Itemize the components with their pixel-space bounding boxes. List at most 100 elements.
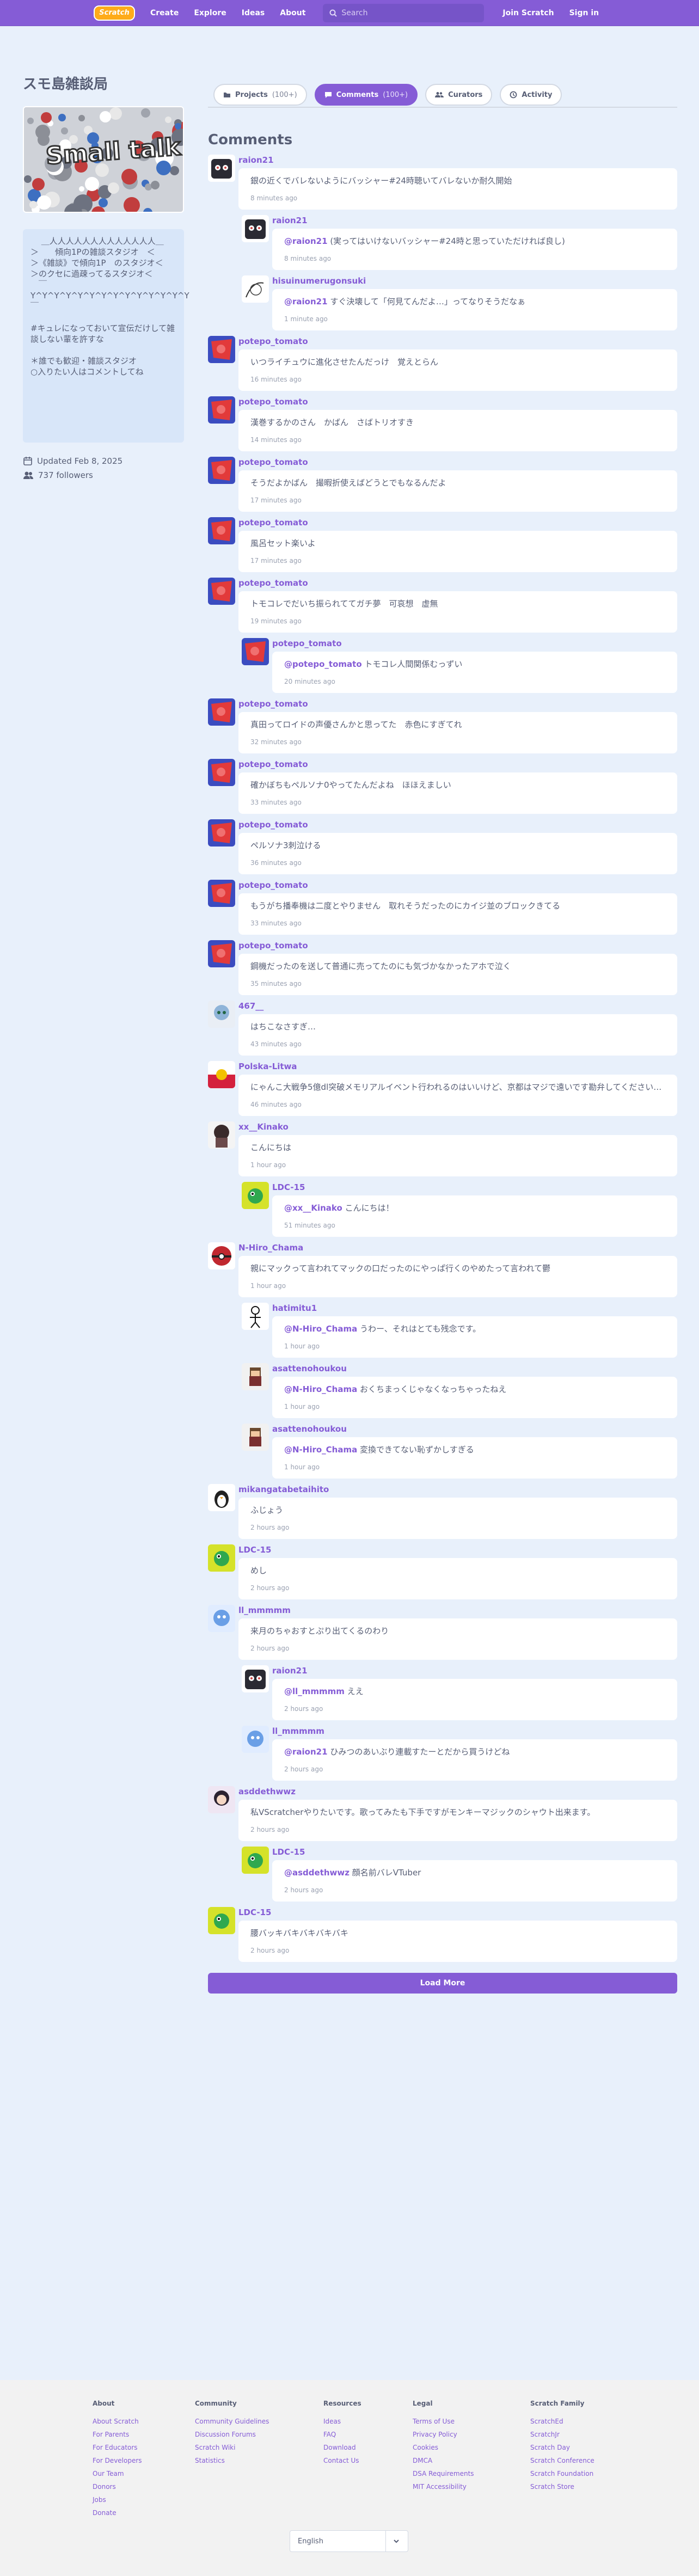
user-avatar[interactable] — [242, 1303, 269, 1330]
footer-link[interactable]: Community Guidelines — [195, 2415, 323, 2428]
user-avatar[interactable] — [208, 1001, 235, 1028]
footer-link[interactable]: Terms of Use — [413, 2415, 530, 2428]
footer-link[interactable]: Scratch Store — [530, 2480, 612, 2493]
user-avatar[interactable] — [208, 698, 235, 726]
tab-projects[interactable]: Projects (100+) — [213, 84, 307, 106]
comment-username[interactable]: xx__Kinako — [238, 1121, 677, 1132]
comment-username[interactable]: hatimitu1 — [272, 1303, 677, 1314]
footer-link[interactable]: For Developers — [93, 2454, 195, 2467]
comment-username[interactable]: potepo_tomato — [238, 940, 677, 951]
user-avatar[interactable] — [242, 215, 269, 242]
comment-username[interactable]: potepo_tomato — [238, 578, 677, 588]
footer-link[interactable]: MIT Accessibility — [413, 2480, 530, 2493]
user-avatar[interactable] — [208, 940, 235, 967]
comment-mention[interactable]: @potepo_tomato — [284, 659, 362, 669]
language-select[interactable]: English — [290, 2530, 408, 2552]
load-more-button[interactable]: Load More — [208, 1973, 677, 1994]
nav-explore[interactable]: Explore — [186, 0, 234, 26]
comment-mention[interactable]: @N-Hiro_Chama — [284, 1384, 357, 1394]
footer-link[interactable]: For Parents — [93, 2428, 195, 2441]
user-avatar[interactable] — [208, 1242, 235, 1269]
comment-mention[interactable]: @raion21 — [284, 1747, 328, 1757]
comment-username[interactable]: potepo_tomato — [238, 336, 677, 347]
comment-username[interactable]: potepo_tomato — [272, 638, 677, 649]
footer-link[interactable]: Scratch Conference — [530, 2454, 612, 2467]
footer-link[interactable]: Cookies — [413, 2441, 530, 2454]
user-avatar[interactable] — [208, 1121, 235, 1149]
comment-username[interactable]: potepo_tomato — [238, 759, 677, 770]
comment-username[interactable]: LDC-15 — [238, 1544, 677, 1555]
comment-username[interactable]: LDC-15 — [272, 1847, 677, 1857]
comment-username[interactable]: mikangatabetaihito — [238, 1484, 677, 1495]
comment-username[interactable]: raion21 — [272, 1665, 677, 1676]
footer-link[interactable]: Jobs — [93, 2493, 195, 2506]
footer-link[interactable]: Scratch Day — [530, 2441, 612, 2454]
comment-mention[interactable]: @asddethwwz — [284, 1868, 350, 1878]
comment-username[interactable]: LDC-15 — [272, 1182, 677, 1193]
comment-mention[interactable]: @raion21 — [284, 236, 328, 246]
footer-link[interactable]: Privacy Policy — [413, 2428, 530, 2441]
user-avatar[interactable] — [242, 1726, 269, 1753]
comment-username[interactable]: 467__ — [238, 1001, 677, 1011]
footer-link[interactable]: ScratchEd — [530, 2415, 612, 2428]
footer-link[interactable]: Download — [323, 2441, 413, 2454]
footer-link[interactable]: Contact Us — [323, 2454, 413, 2467]
user-avatar[interactable] — [242, 1182, 269, 1209]
footer-link[interactable]: Scratch Foundation — [530, 2467, 612, 2480]
comment-mention[interactable]: @N-Hiro_Chama — [284, 1324, 357, 1334]
footer-link[interactable]: About Scratch — [93, 2415, 195, 2428]
comment-mention[interactable]: @ll_mmmmm — [284, 1686, 345, 1696]
user-avatar[interactable] — [208, 1484, 235, 1511]
footer-link[interactable]: ScratchJr — [530, 2428, 612, 2441]
user-avatar[interactable] — [208, 517, 235, 544]
user-avatar[interactable] — [242, 1424, 269, 1451]
comment-mention[interactable]: @xx__Kinako — [284, 1203, 342, 1213]
nav-about[interactable]: About — [272, 0, 313, 26]
footer-link[interactable]: Donors — [93, 2480, 195, 2493]
user-avatar[interactable] — [208, 1605, 235, 1632]
comment-username[interactable]: ll_mmmmm — [272, 1726, 677, 1737]
comment-username[interactable]: potepo_tomato — [238, 819, 677, 830]
user-avatar[interactable] — [208, 880, 235, 907]
user-avatar[interactable] — [242, 1363, 269, 1390]
comment-username[interactable]: potepo_tomato — [238, 698, 677, 709]
search-input[interactable]: Search — [323, 3, 485, 22]
comment-username[interactable]: asattenohoukou — [272, 1424, 677, 1434]
user-avatar[interactable] — [242, 1847, 269, 1874]
tab-comments[interactable]: Comments (100+) — [314, 84, 418, 106]
nav-create[interactable]: Create — [143, 0, 186, 26]
comment-username[interactable]: ll_mmmmm — [238, 1605, 677, 1616]
comment-username[interactable]: raion21 — [272, 215, 677, 226]
user-avatar[interactable] — [208, 1061, 235, 1088]
footer-link[interactable]: Discussion Forums — [195, 2428, 323, 2441]
comment-username[interactable]: raion21 — [238, 155, 677, 165]
footer-link[interactable]: Statistics — [195, 2454, 323, 2467]
comment-username[interactable]: potepo_tomato — [238, 396, 677, 407]
user-avatar[interactable] — [242, 275, 269, 303]
comment-username[interactable]: potepo_tomato — [238, 880, 677, 891]
comment-username[interactable]: N-Hiro_Chama — [238, 1242, 677, 1253]
comment-username[interactable]: potepo_tomato — [238, 517, 677, 528]
user-avatar[interactable] — [208, 155, 235, 182]
comment-mention[interactable]: @raion21 — [284, 297, 328, 306]
user-avatar[interactable] — [208, 819, 235, 847]
footer-link[interactable]: For Educators — [93, 2441, 195, 2454]
user-avatar[interactable] — [208, 1907, 235, 1934]
tab-activity[interactable]: Activity — [500, 84, 562, 106]
nav-ideas[interactable]: Ideas — [234, 0, 273, 26]
comment-username[interactable]: potepo_tomato — [238, 457, 677, 468]
scratch-logo[interactable]: Scratch — [94, 5, 135, 21]
footer-link[interactable]: Scratch Wiki — [195, 2441, 323, 2454]
comment-mention[interactable]: @N-Hiro_Chama — [284, 1445, 357, 1455]
user-avatar[interactable] — [208, 759, 235, 786]
footer-link[interactable]: Ideas — [323, 2415, 413, 2428]
comment-username[interactable]: asattenohoukou — [272, 1363, 677, 1374]
comment-username[interactable]: LDC-15 — [238, 1907, 677, 1918]
user-avatar[interactable] — [242, 1665, 269, 1692]
comment-username[interactable]: asddethwwz — [238, 1786, 677, 1797]
tab-curators[interactable]: Curators — [425, 84, 493, 106]
user-avatar[interactable] — [208, 578, 235, 605]
join-scratch-link[interactable]: Join Scratch — [495, 0, 561, 26]
user-avatar[interactable] — [242, 638, 269, 665]
sign-in-link[interactable]: Sign in — [562, 0, 607, 26]
